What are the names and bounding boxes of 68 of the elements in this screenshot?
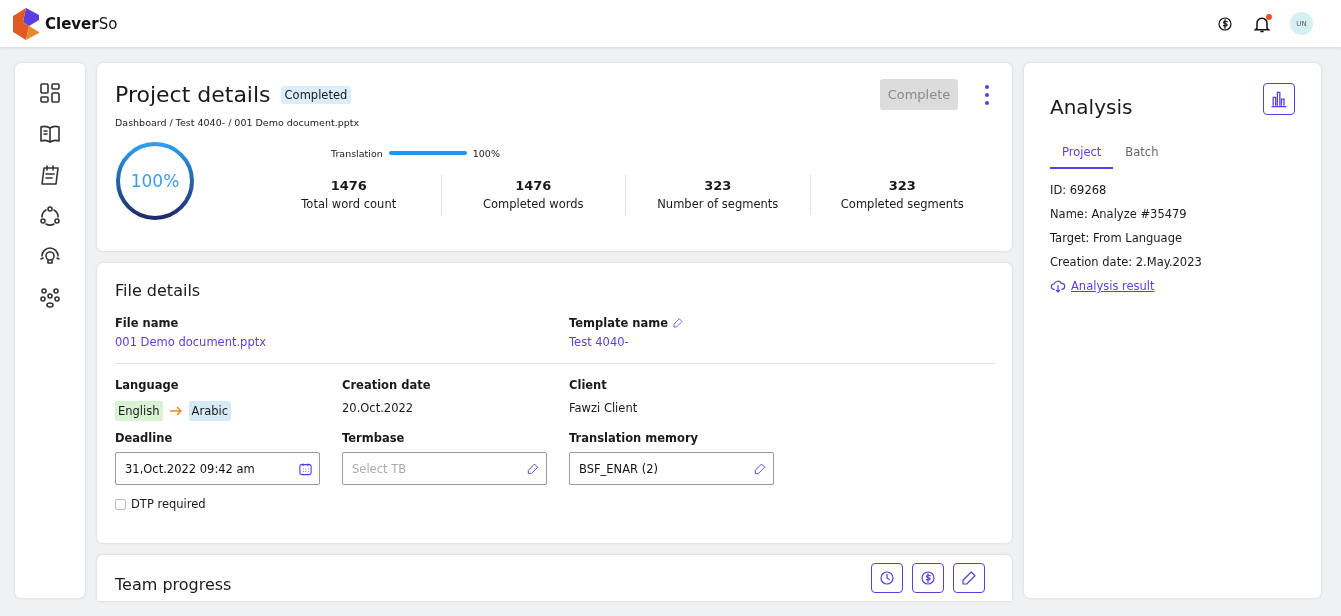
clock-icon [878,569,896,587]
dollar-icon [919,569,937,587]
tab[interactable]: Project [1050,141,1114,169]
status-badge: Completed [280,85,352,104]
section-title: Team progress [115,575,232,594]
checkbox[interactable] [115,498,126,510]
stat-value: 323 [704,178,732,193]
notification-icon[interactable] [1252,13,1272,34]
progress-percent: 100% [129,170,181,193]
edit-icon[interactable] [753,461,767,476]
notepad-icon [38,163,62,187]
page-title: Project details [115,82,271,107]
sidebar-item[interactable] [38,163,62,187]
field-label: Client [569,378,608,392]
dashboard-icon [38,81,62,105]
info-line: Target: From Language [1050,231,1183,245]
field-label: Creation date [342,378,432,392]
edit-icon[interactable] [672,317,685,329]
stat-label: Number of segments [657,197,779,211]
edit-icon [960,569,978,587]
template-link[interactable]: Test 4040- [569,335,994,349]
client-name: Fawzi Client [569,401,639,415]
input-field[interactable]: BSF_ENAR (2) [569,452,774,485]
field-label: Language [115,378,180,392]
breadcrumb: Dashboard / Test 4040- / 001 Demo document.pptx [115,117,361,128]
logo-icon [13,7,40,40]
info-line: Creation date: 2.May.2023 [1050,255,1203,269]
team-icon [38,286,62,310]
checkbox-label: DTP required [131,497,206,511]
toolbar-button[interactable] [953,563,985,593]
stat-label: Completed words [482,197,584,211]
calendar-icon[interactable] [298,461,313,476]
field-label: Deadline [115,431,174,445]
field-label: Template name [569,316,669,330]
bar-chart-icon [1269,89,1289,109]
sidebar-item[interactable] [38,81,62,105]
date-field[interactable]: 31,Oct.2022 09:42 am [115,452,320,485]
sidebar-item[interactable] [38,204,62,228]
stat-label: Total word count [301,197,397,211]
tab[interactable]: Batch [1113,141,1171,169]
info-line: Name: Analyze #35479 [1050,207,1188,221]
analysis-result-link[interactable]: Analysis result [1071,279,1155,293]
stat-label: Completed segments [840,197,964,211]
target-language-tag: Arabic [188,401,231,421]
toolbar-button[interactable] [871,563,903,593]
progress-label: Translation [331,147,383,159]
chart-button[interactable] [1263,83,1295,115]
field-label: Termbase [342,431,406,445]
arrow-icon [168,406,183,416]
brand-name: CleverSo [45,14,118,33]
edit-icon[interactable] [526,461,540,476]
creation-date: 20.Oct.2022 [342,401,415,415]
toolbar-button[interactable] [912,563,944,593]
input-field[interactable]: Select TB [342,452,547,485]
info-line: ID: 69268 [1050,183,1108,197]
stat-value: 1476 [330,178,367,193]
panel-title: Analysis [1050,95,1133,119]
stat-value: 1476 [515,178,552,193]
cloud-download-icon [1050,279,1066,293]
progress-reading: 100% [472,147,500,159]
file-name-link[interactable]: 001 Demo document.pptx [115,335,569,349]
sidebar-item[interactable] [38,286,62,310]
cycle-icon [38,204,62,228]
field-label: Translation memory [569,431,700,445]
source-language-tag: English [115,401,163,421]
field-label: File name [115,316,180,330]
section-title: File details [115,281,202,300]
stat-value: 323 [888,178,916,193]
